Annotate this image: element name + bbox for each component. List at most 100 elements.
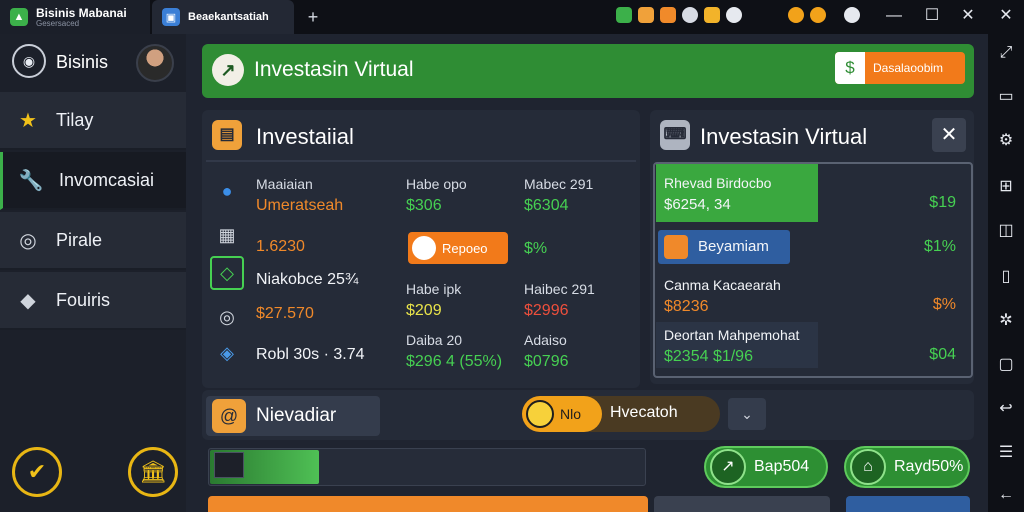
profile-icon <box>412 236 436 260</box>
trend-icon: ↗ <box>212 54 244 86</box>
invest-value: Umeratseah <box>256 197 344 214</box>
list-item-value: $6254, 34 <box>664 196 731 213</box>
coin-alt-icon[interactable] <box>810 7 826 23</box>
terminal-icon: ⌨ <box>660 120 690 150</box>
ticket-icon: ◇ <box>210 256 244 290</box>
tile-icon: ◈ <box>220 342 234 363</box>
avatar[interactable] <box>136 44 174 82</box>
list-item-title: Canma Kacaearah <box>664 277 781 293</box>
invest-label: Niakobce 25¾ <box>256 271 359 288</box>
invest-value: 1.6230 <box>256 238 305 255</box>
col2-value: $209 <box>406 302 442 319</box>
action-button-label: Bap504 <box>754 458 810 475</box>
list-item-title: Deortan Mahpemohat <box>664 327 800 343</box>
drop-icon: ● <box>221 180 233 201</box>
cash-icon: ◎ <box>219 306 235 327</box>
close-window-button[interactable]: ✕ <box>954 4 982 28</box>
swirl-icon: @ <box>212 399 246 433</box>
list-item-amount: $% <box>932 296 956 313</box>
expand-icon[interactable]: ⤢ <box>995 42 1017 64</box>
layers-icon[interactable]: ◫ <box>995 220 1017 242</box>
gear-icon[interactable]: ⚙ <box>995 130 1017 152</box>
gift-icon[interactable] <box>704 7 720 23</box>
list-item-value: $2354 $1/96 <box>664 348 753 365</box>
tag-icon: ◆ <box>20 289 36 312</box>
globe-icon[interactable] <box>682 7 698 23</box>
new-tab-button[interactable]: + <box>302 6 324 28</box>
panel-icon[interactable]: ▯ <box>995 266 1017 288</box>
banner-title: Investasin Virtual <box>254 58 414 81</box>
wrench-icon: 🔧 <box>18 169 44 192</box>
sidebar-item-pirale[interactable]: ◎ Pirale <box>0 212 186 270</box>
sidebar-item-invomcasiai[interactable]: 🔧 Invomcasiai <box>0 152 186 210</box>
action-button-label: Rayd50% <box>894 458 964 475</box>
star-icon: ★ <box>19 109 37 132</box>
document-icon[interactable]: ▢ <box>995 354 1017 376</box>
tab-app[interactable]: ▲ Bisinis Mabanai Gesersaced <box>0 0 150 34</box>
toolbar-tray <box>616 7 742 27</box>
minimize-button[interactable]: — <box>880 4 908 28</box>
list-item-title: Rhevad Birdocbo <box>664 175 772 191</box>
virtual-panel-title: Investasin Virtual <box>700 124 868 149</box>
banner-button-label: Dasalaoobim <box>873 61 944 75</box>
invest-label: Robl 30s · 3.74 <box>256 346 365 363</box>
bottom-strip-blue <box>846 496 970 512</box>
invest-panel-title: Investaiial <box>256 124 354 149</box>
list-item-amount: $04 <box>929 346 956 363</box>
list-item[interactable]: Canma Kacaearah $8236 $% <box>654 274 972 320</box>
invest-label: Maaiaian <box>256 176 313 192</box>
apps-icon[interactable]: ⊞ <box>995 176 1017 198</box>
dropdown-button[interactable]: ⌄ <box>728 398 766 430</box>
close-panel-button[interactable]: ✕ <box>932 118 966 152</box>
chart-icon: ↗ <box>710 449 746 485</box>
money-icon: $ <box>835 52 865 84</box>
inbox-icon[interactable]: ▭ <box>995 86 1017 108</box>
bank-button[interactable]: 🏛 <box>128 447 178 497</box>
check-icon: ✔ <box>27 459 47 484</box>
arrow-left-icon[interactable]: ← <box>995 484 1017 506</box>
sidebar-item-label: Tilay <box>56 109 94 130</box>
repo-badge-label: Repoeo <box>442 240 488 256</box>
col3-value: $2996 <box>524 302 569 319</box>
sidebar-item-label: Fouiris <box>56 289 111 310</box>
sidebar-item-tilay[interactable]: ★ Tilay <box>0 92 186 150</box>
col2-label: Habe opo <box>406 176 467 192</box>
list-item[interactable]: Deortan Mahpemohat $2354 $1/96 $04 <box>654 324 972 370</box>
coin-icon[interactable] <box>788 7 804 23</box>
col3-label: Haibec 291 <box>524 281 595 297</box>
tab-title: Bisinis Mabanai <box>36 5 127 20</box>
shield-icon[interactable] <box>660 7 676 23</box>
list-item-amount: $1% <box>923 238 956 255</box>
list-item-value: $8236 <box>664 298 709 315</box>
back-icon[interactable]: ↩ <box>995 398 1017 420</box>
list-item[interactable]: Rhevad Birdocbo $6254, 34 $19 <box>654 172 972 218</box>
col2-label: Habe ipk <box>406 281 462 297</box>
tab-favicon-icon: ▣ <box>162 8 180 26</box>
pill-badge-label: Nlo <box>560 406 582 422</box>
close-dock-button[interactable]: ✕ <box>992 4 1020 28</box>
chevron-down-icon: ⌄ <box>741 406 753 422</box>
palette-icon[interactable] <box>844 7 860 23</box>
maximize-button[interactable]: ☐ <box>918 4 946 28</box>
action-button-2[interactable]: ⌂ Rayd50% <box>844 446 970 488</box>
green-flag-icon[interactable] <box>616 7 632 23</box>
fire-icon[interactable] <box>638 7 654 23</box>
list-item-title: Beyamiam <box>698 238 769 255</box>
confirm-button[interactable]: ✔ <box>12 447 62 497</box>
menu-icon[interactable]: ☰ <box>995 442 1017 464</box>
list-item[interactable]: Beyamiam $1% <box>654 230 972 276</box>
grid-icon: ▦ <box>218 224 236 245</box>
banner-action-button[interactable]: $ Dasalaoobim <box>835 52 965 84</box>
brand-icon: ◉ <box>12 44 46 78</box>
sidebar-item-fouiris[interactable]: ◆ Fouiris <box>0 272 186 330</box>
target-icon <box>526 400 554 428</box>
home-icon: ⌂ <box>850 449 886 485</box>
settings-icon[interactable] <box>726 7 742 23</box>
repo-badge[interactable]: Repoeo <box>408 232 508 264</box>
action-button-1[interactable]: ↗ Bap504 <box>704 446 828 488</box>
settings-alt-icon[interactable]: ✲ <box>995 310 1017 332</box>
bottom-strip-orange <box>208 496 648 512</box>
tab-second[interactable]: ▣ Beaekantsatiah <box>152 0 294 34</box>
col3-label: Adaiso <box>524 332 567 348</box>
invest-value: $27.570 <box>256 305 314 322</box>
